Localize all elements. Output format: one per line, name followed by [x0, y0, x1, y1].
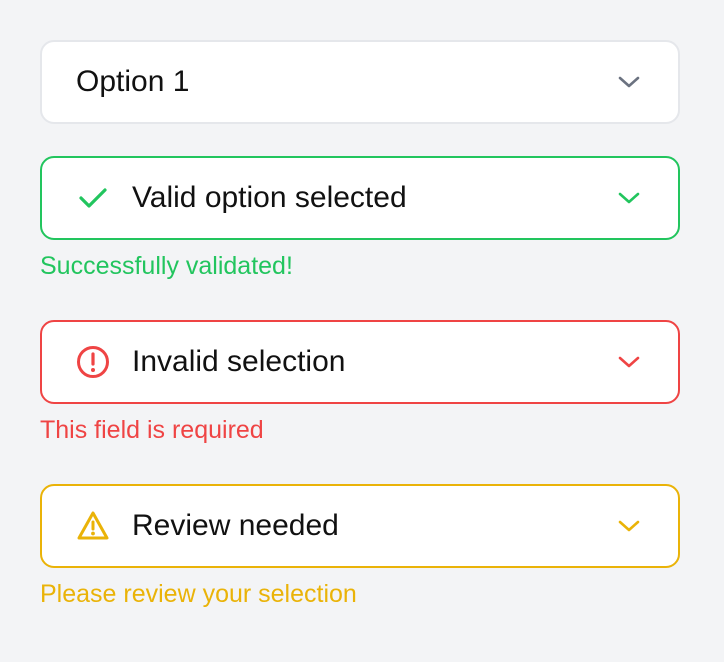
select-error-value: Invalid selection [132, 345, 346, 378]
chevron-down-icon [616, 185, 642, 211]
select-error[interactable]: Invalid selection [40, 320, 680, 404]
warning-triangle-icon [76, 509, 110, 543]
error-message: This field is required [40, 416, 264, 444]
select-warning-value: Review needed [132, 509, 339, 542]
select-success[interactable]: Valid option selected [40, 156, 680, 240]
alert-circle-icon [76, 345, 110, 379]
select-success-value: Valid option selected [132, 181, 407, 214]
select-default[interactable]: Option 1 [40, 40, 680, 124]
chevron-down-icon [616, 349, 642, 375]
checkmark-icon [76, 181, 110, 215]
chevron-down-icon [616, 513, 642, 539]
success-message: Successfully validated! [40, 252, 293, 280]
select-warning[interactable]: Review needed [40, 484, 680, 568]
warning-message: Please review your selection [40, 580, 357, 608]
select-default-value: Option 1 [76, 65, 190, 98]
chevron-down-icon [616, 69, 642, 95]
